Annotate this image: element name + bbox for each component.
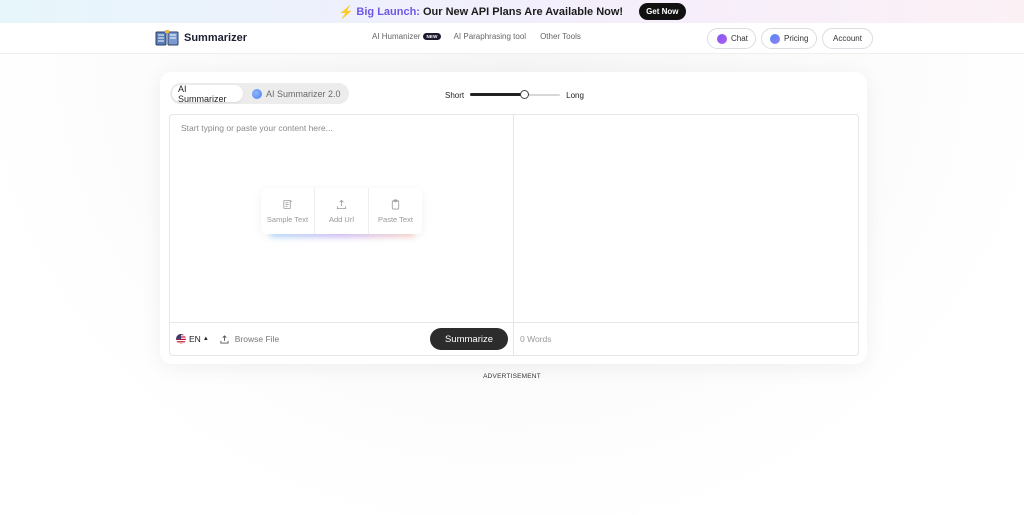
sample-text-button[interactable]: Sample Text	[261, 188, 314, 234]
input-panel: Sample Text Add Url Paste Text	[170, 115, 514, 355]
editor-panels: Sample Text Add Url Paste Text	[169, 114, 859, 356]
summarize-button[interactable]: Summarize	[430, 328, 508, 350]
get-now-button[interactable]: Get Now	[639, 3, 686, 20]
summarizer-card: AI Summarizer AI Summarizer 2.0 Short Lo…	[160, 72, 867, 364]
tab-label: AI Summarizer 2.0	[266, 88, 341, 99]
tab-ai-summarizer-2[interactable]: AI Summarizer 2.0	[243, 85, 341, 102]
upload-icon	[220, 334, 229, 344]
add-url-button[interactable]: Add Url	[314, 188, 368, 234]
pricing-icon	[770, 33, 780, 44]
chat-button[interactable]: Chat	[707, 28, 756, 49]
us-flag-icon	[176, 334, 186, 344]
open-book-icon	[155, 30, 179, 46]
short-label: Short	[445, 90, 465, 100]
paste-text-button[interactable]: Paste Text	[368, 188, 422, 234]
slider-thumb[interactable]	[520, 90, 530, 99]
output-toolbar: 0 Words	[514, 322, 858, 355]
banner-message: Our New API Plans Are Available Now!	[422, 5, 624, 18]
logo[interactable]: Summarizer	[155, 28, 247, 48]
pricing-label: Pricing	[784, 34, 809, 43]
banner-highlight: Big Launch:	[356, 5, 420, 18]
output-panel: 0 Words	[514, 115, 858, 355]
announcement-banner: ⚡ Big Launch: Our New API Plans Are Avai…	[0, 0, 1024, 23]
nav-label: AI Paraphrasing tool	[453, 32, 527, 41]
mode-switch: AI Summarizer AI Summarizer 2.0	[170, 83, 349, 104]
add-url-label: Add Url	[328, 214, 354, 224]
paste-text-label: Paste Text	[378, 214, 413, 224]
chat-label: Chat	[731, 34, 748, 43]
clipboard-icon	[391, 199, 400, 209]
header-actions: Chat Pricing Account	[707, 28, 873, 49]
advertisement-label: ADVERTISEMENT	[483, 373, 541, 380]
word-count: 0 Words	[520, 334, 552, 344]
pricing-button[interactable]: Pricing	[761, 28, 817, 49]
new-badge: NEW	[423, 33, 441, 40]
site-header: Summarizer AI Humanizer NEW AI Paraphras…	[0, 23, 1024, 54]
tab-label: AI Summarizer	[178, 83, 227, 104]
sample-text-label: Sample Text	[266, 214, 309, 224]
length-slider[interactable]	[470, 89, 561, 101]
nav-label: AI Humanizer	[372, 32, 421, 41]
nav-other-tools[interactable]: Other Tools	[540, 32, 581, 41]
main-nav: AI Humanizer NEW AI Paraphrasing tool Ot…	[372, 32, 595, 41]
sparkle-badge-icon	[252, 88, 262, 99]
nav-ai-humanizer[interactable]: AI Humanizer NEW	[372, 32, 441, 41]
browse-file-label: Browse File	[234, 334, 280, 344]
summary-length-control: Short Long	[445, 89, 584, 101]
long-label: Long	[566, 90, 584, 100]
logo-text: Summarizer	[184, 32, 247, 44]
language-selector[interactable]: EN ▲	[176, 334, 209, 344]
quick-actions: Sample Text Add Url Paste Text	[261, 188, 422, 234]
lightning-bolt-icon: ⚡	[338, 4, 354, 19]
tab-ai-summarizer[interactable]: AI Summarizer	[172, 83, 243, 104]
nav-ai-paraphrasing[interactable]: AI Paraphrasing tool	[454, 32, 527, 41]
language-label: EN	[189, 334, 201, 344]
account-button[interactable]: Account	[822, 28, 873, 49]
chat-icon	[717, 33, 727, 44]
browse-file-button[interactable]: Browse File	[220, 334, 279, 344]
slider-fill	[470, 93, 525, 96]
upload-link-icon	[336, 199, 347, 209]
document-icon	[283, 199, 292, 209]
account-label: Account	[833, 34, 862, 43]
caret-up-icon: ▲	[202, 336, 209, 342]
input-toolbar: EN ▲ Browse File Summarize	[170, 322, 513, 355]
nav-label: Other Tools	[540, 32, 581, 41]
